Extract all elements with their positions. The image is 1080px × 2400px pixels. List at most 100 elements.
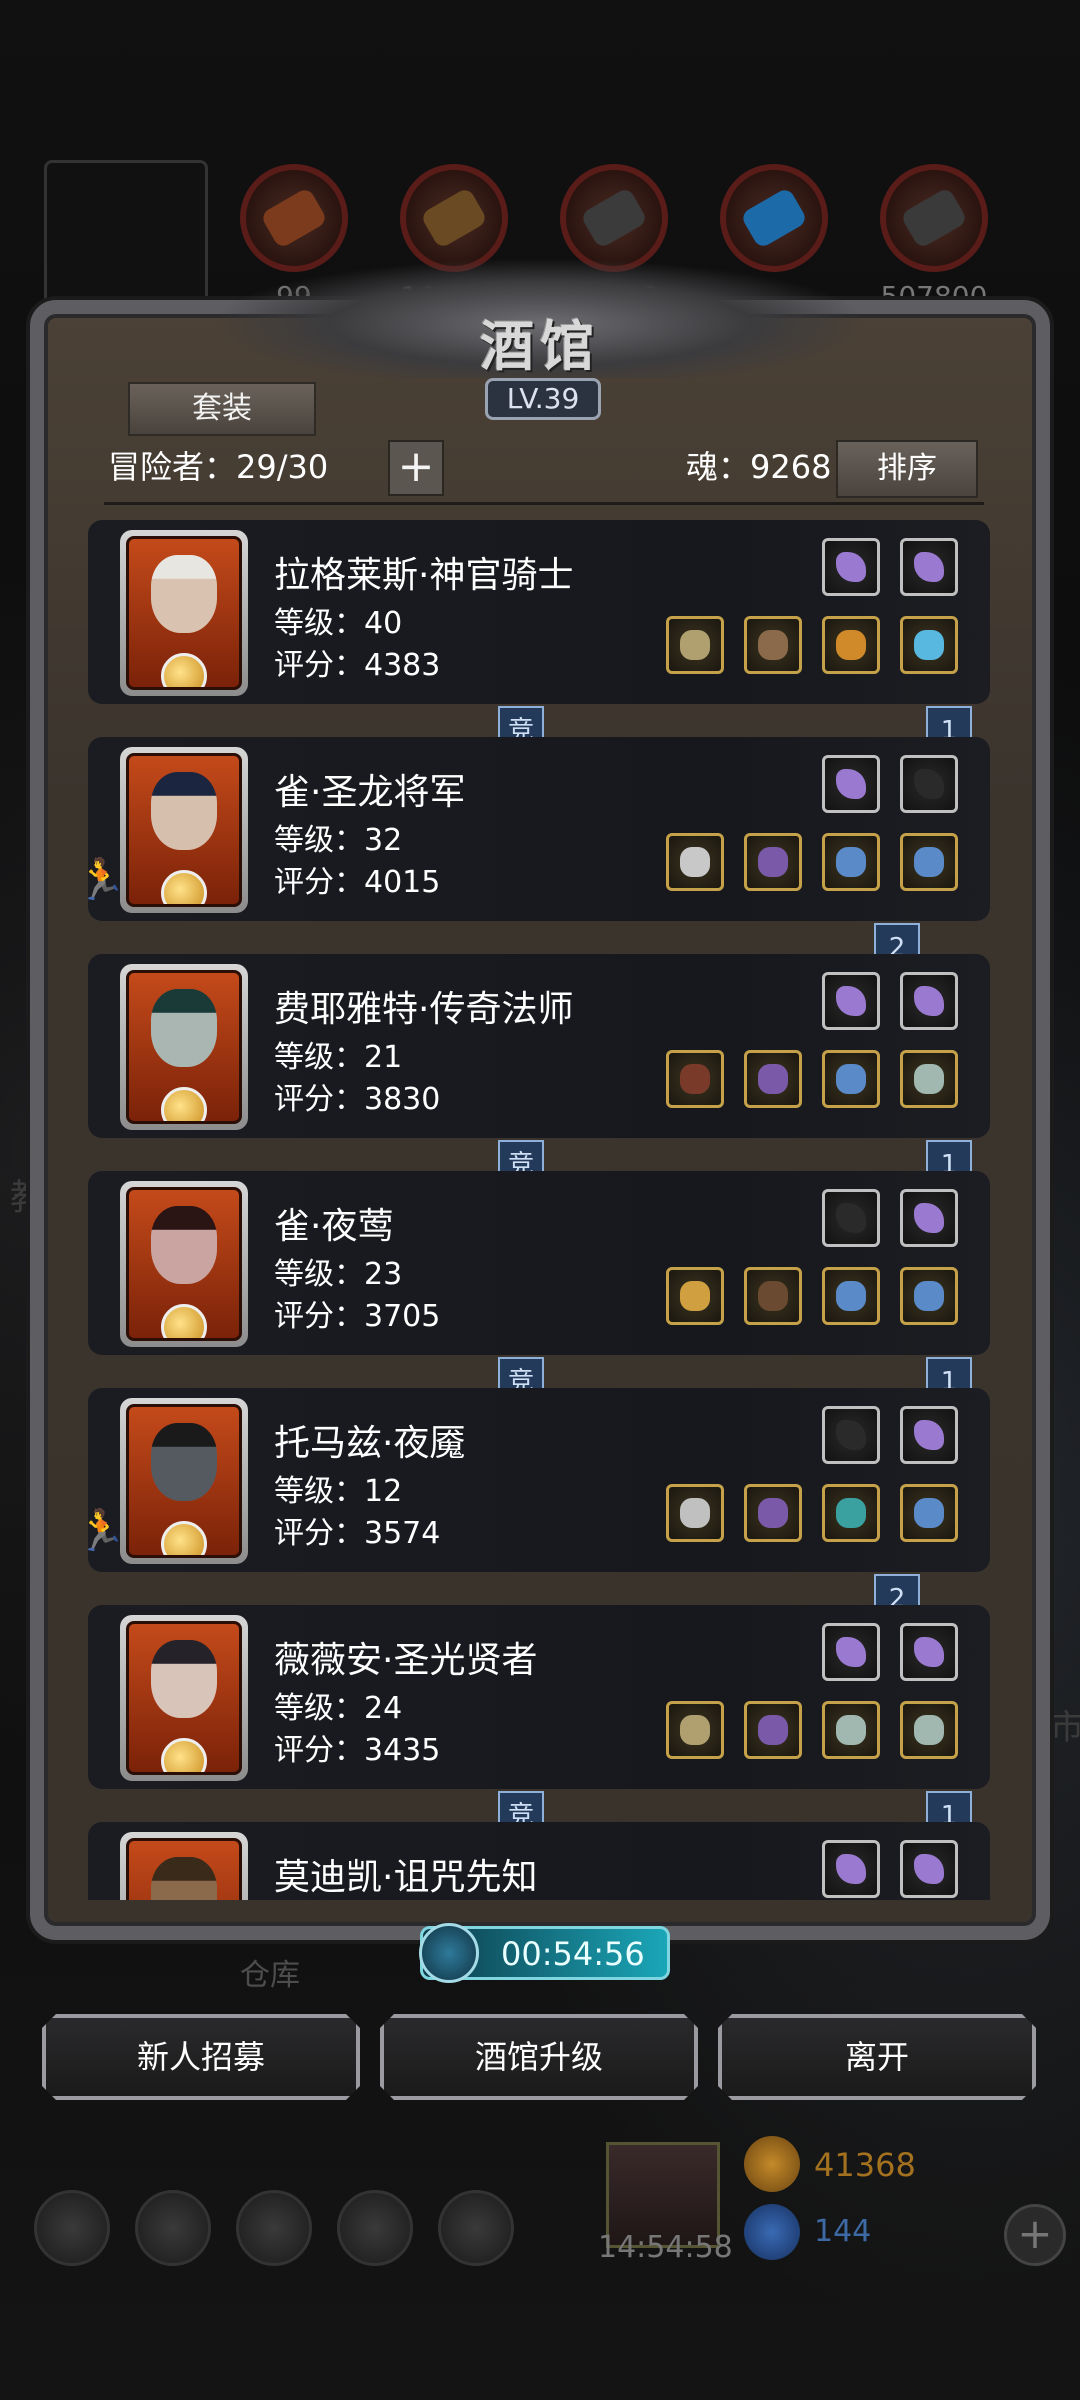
purple-armor-icon-shape [758,1715,788,1745]
purple-crystal-icon[interactable] [900,1623,958,1681]
hero-portrait[interactable] [120,1181,248,1347]
hero-portrait[interactable] [120,530,248,696]
refresh-timer: 00:54:56 [419,1923,670,1983]
torch-staff-icon-shape [680,1281,710,1311]
add-gems-icon[interactable]: + [1004,2204,1066,2266]
blue-gem-icon[interactable] [900,1267,958,1325]
purple-armor-icon[interactable] [744,1050,802,1108]
hero-face [151,1423,217,1501]
hero-portrait[interactable] [120,964,248,1130]
hero-score: 评分：4015 [274,865,441,900]
hero-list[interactable]: 拉格莱斯·神官骑士 等级：40 评分：4383 竞 1 雀·圣龙将军 等级：32 评分：401… [88,516,990,1900]
purple-crystal-icon[interactable] [822,1623,880,1681]
settings-icon[interactable] [34,2190,110,2266]
blue-gem-icon[interactable] [900,833,958,891]
recruit-button[interactable]: 新人招募 [42,2014,360,2100]
hero-card[interactable]: 雀·夜莺 等级：23 评分：3705 [88,1171,990,1355]
purple-armor-icon[interactable] [744,1701,802,1759]
purple-crystal-icon[interactable] [822,755,880,813]
purple-crystal-icon[interactable] [900,972,958,1030]
gauntlet-icon[interactable] [822,1406,880,1464]
gift-timer: 14:54:58 [598,2230,733,2265]
achievement-icon[interactable] [135,2190,211,2266]
hero-card[interactable]: 雀·圣龙将军 等级：32 评分：4015 🏃 [88,737,990,921]
hero-card[interactable]: 拉格莱斯·神官骑士 等级：40 评分：4383 [88,520,990,704]
spear-icon[interactable] [666,616,724,674]
claw-icon[interactable] [822,1701,880,1759]
tavern-level-badge: LV.39 [485,378,601,420]
suit-button[interactable]: 套装 [128,382,316,436]
hero-portrait[interactable] [120,1398,248,1564]
armor-icon[interactable] [744,616,802,674]
ring-icon[interactable] [822,616,880,674]
staff-icon[interactable] [666,833,724,891]
gem-value: 144 [814,2214,872,2249]
purple-crystal-icon[interactable] [822,538,880,596]
claw-icon[interactable] [900,1050,958,1108]
purple-crystal-icon-shape [914,1854,944,1884]
spear-icon-shape [680,630,710,660]
purple-armor-icon[interactable] [744,833,802,891]
hero-card[interactable]: 费耶雅特·传奇法师 等级：21 评分：3830 [88,954,990,1138]
hero-name: 雀·圣龙将军 [274,772,466,813]
blue-gem-icon[interactable] [822,1050,880,1108]
on-expedition-icon: 🏃 [88,1508,126,1554]
purple-armor-icon-shape [758,1064,788,1094]
wand-icon[interactable] [666,1050,724,1108]
iron-icon[interactable] [560,164,668,272]
portrait-frame [126,1621,242,1775]
leather-icon-shape [259,186,329,250]
gauntlet-icon[interactable] [900,755,958,813]
cube-icon[interactable] [438,2190,514,2266]
sort-button[interactable]: 排序 [836,440,978,498]
moon-emblem-icon [161,653,207,687]
blue-gem-icon-shape [836,1064,866,1094]
purple-crystal-icon[interactable] [900,1406,958,1464]
hero-card[interactable]: 莫迪凯·诅咒先知等级 [88,1822,990,1900]
blue-gem-icon-shape [836,847,866,877]
ore-icon[interactable] [880,164,988,272]
gauntlet-icon[interactable] [822,1189,880,1247]
blue-gem-icon[interactable] [822,833,880,891]
spear-icon-shape [680,1715,710,1745]
purple-crystal-icon[interactable] [822,1840,880,1898]
claw-icon[interactable] [900,1701,958,1759]
purple-crystal-icon[interactable] [900,538,958,596]
purple-crystal-icon[interactable] [900,1840,958,1898]
rune-icon[interactable] [900,616,958,674]
blue-gem-icon-shape [836,1281,866,1311]
player-portrait[interactable] [44,160,208,306]
leave-button[interactable]: 离开 [718,2014,1036,2100]
hero-portrait[interactable] [120,1832,248,1900]
blue-gem-icon[interactable] [900,1484,958,1542]
claw-icon-shape [836,1715,866,1745]
castle-icon[interactable] [236,2190,312,2266]
purple-armor-icon[interactable] [744,1484,802,1542]
hero-name: 雀·夜莺 [274,1206,394,1247]
hero-level: 等级：23 [274,1257,403,1292]
ore-icon-shape [899,186,969,250]
hero-portrait[interactable] [120,747,248,913]
portrait-frame [126,1838,242,1900]
purple-crystal-icon[interactable] [900,1189,958,1247]
spear-icon[interactable] [666,1701,724,1759]
crystal-icon[interactable] [720,164,828,272]
hero-card[interactable]: 薇薇安·圣光贤者 等级：24 评分：3435 [88,1605,990,1789]
hero-portrait[interactable] [120,1615,248,1781]
add-slot-button[interactable]: + [388,440,444,496]
leather-icon[interactable] [240,164,348,272]
hero-card[interactable]: 托马兹·夜魇 等级：12 评分：3574 🏃 [88,1388,990,1572]
purple-crystal-icon[interactable] [822,972,880,1030]
hero-face [151,989,217,1067]
torch-staff-icon[interactable] [666,1267,724,1325]
leather-armor-icon[interactable] [744,1267,802,1325]
mail-icon[interactable] [337,2190,413,2266]
hero-score: 评分：3574 [274,1516,441,1551]
teal-bracer-icon[interactable] [822,1484,880,1542]
sword-icon[interactable] [666,1484,724,1542]
upgrade-tavern-button[interactable]: 酒馆升级 [380,2014,698,2100]
wood-icon[interactable] [400,164,508,272]
teal-bracer-icon-shape [836,1498,866,1528]
purple-crystal-icon-shape [836,1854,866,1884]
blue-gem-icon[interactable] [822,1267,880,1325]
